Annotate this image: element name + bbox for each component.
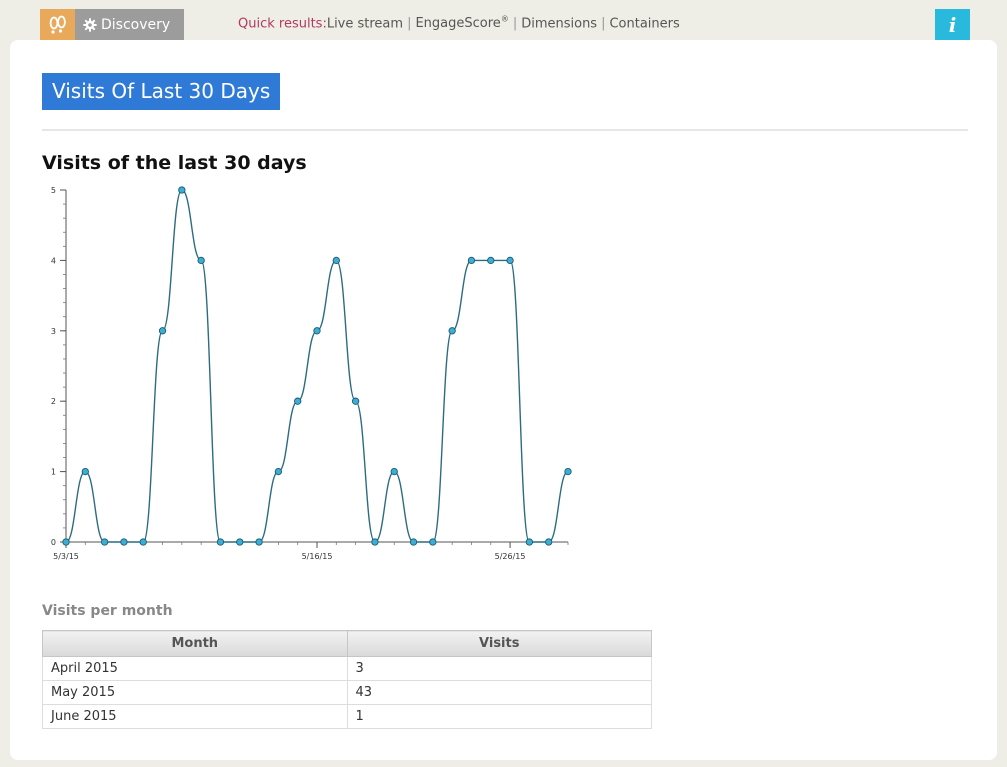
visits-per-month-label: Visits per month bbox=[42, 603, 173, 619]
y-tick-label: 0 bbox=[51, 538, 56, 547]
data-point bbox=[506, 256, 514, 265]
data-point bbox=[429, 538, 437, 546]
data-point bbox=[274, 467, 283, 476]
table-row: June 2015 1 bbox=[42, 704, 652, 729]
x-tick-label: 5/16/15 bbox=[302, 552, 333, 561]
data-point bbox=[545, 538, 553, 546]
x-tick-label: 5/26/15 bbox=[495, 552, 526, 561]
visits-line-chart: 0 1 2 3 4 5 5/3/15 5/16/15 5/26/15 bbox=[51, 186, 572, 561]
series-line bbox=[65, 189, 569, 543]
footprints-logo-icon bbox=[49, 15, 66, 34]
containers-link[interactable]: Containers bbox=[609, 16, 679, 31]
gear-icon bbox=[83, 17, 97, 32]
month-cell: May 2015 bbox=[42, 680, 348, 705]
data-point bbox=[158, 327, 167, 335]
engagescore-link[interactable]: EngageScore® bbox=[415, 15, 509, 32]
visits-per-month-table: Month Visits April 2015 3 May 2015 43 Ju… bbox=[42, 630, 652, 729]
data-point bbox=[487, 256, 495, 265]
main-card: Visits Of Last 30 Days Visits of the las… bbox=[10, 40, 997, 760]
data-point bbox=[467, 256, 476, 265]
quick-results-label: Quick results: bbox=[238, 16, 327, 32]
table-row: April 2015 3 bbox=[42, 656, 652, 681]
data-point bbox=[313, 327, 321, 335]
data-point bbox=[564, 467, 572, 476]
data-point bbox=[120, 538, 128, 546]
page-title: Visits Of Last 30 Days bbox=[42, 73, 281, 110]
logo-button[interactable] bbox=[40, 9, 75, 40]
data-point bbox=[139, 538, 147, 546]
discovery-menu-button[interactable]: Discovery bbox=[75, 9, 184, 40]
y-tick-label: 4 bbox=[51, 256, 56, 265]
quick-results-bar: Quick results:Live stream | EngageScore® | D… bbox=[238, 15, 680, 31]
data-point bbox=[525, 538, 534, 546]
engagescore-label: EngageScore bbox=[415, 16, 501, 32]
visits-cell: 3 bbox=[346, 656, 652, 681]
data-point bbox=[332, 256, 340, 265]
data-point bbox=[216, 538, 225, 546]
data-point bbox=[62, 538, 70, 546]
x-tick-label: 5/3/15 bbox=[53, 552, 79, 561]
discovery-label: Discovery bbox=[101, 16, 171, 33]
data-point bbox=[448, 327, 456, 335]
data-point bbox=[236, 538, 244, 546]
live-stream-link[interactable]: Live stream bbox=[327, 16, 403, 31]
data-point bbox=[197, 256, 205, 265]
data-point bbox=[100, 538, 109, 546]
link-separator: | bbox=[407, 16, 412, 32]
chart-title: Visits of the last 30 days bbox=[42, 152, 307, 174]
link-separator: | bbox=[512, 16, 518, 32]
y-tick-label: 5 bbox=[51, 186, 56, 195]
table-header-row: Month Visits bbox=[42, 630, 652, 657]
data-point bbox=[371, 538, 379, 546]
y-tick-label: 3 bbox=[51, 327, 56, 336]
table-row: May 2015 43 bbox=[42, 680, 652, 705]
data-point bbox=[351, 397, 360, 405]
divider bbox=[42, 129, 968, 131]
data-point bbox=[294, 397, 302, 405]
data-point bbox=[409, 538, 418, 546]
month-cell: April 2015 bbox=[42, 656, 348, 681]
visits-column-header[interactable]: Visits bbox=[346, 630, 652, 657]
y-tick-label: 1 bbox=[51, 468, 56, 477]
dimensions-link[interactable]: Dimensions bbox=[521, 16, 597, 31]
data-point bbox=[255, 538, 263, 546]
visits-cell: 1 bbox=[346, 704, 652, 729]
registered-mark: ® bbox=[500, 15, 509, 24]
link-separator: | bbox=[601, 16, 606, 32]
info-button[interactable]: i bbox=[935, 9, 970, 40]
data-point bbox=[390, 467, 398, 476]
visits-cell: 43 bbox=[346, 680, 652, 705]
data-point bbox=[81, 467, 89, 476]
month-column-header[interactable]: Month bbox=[42, 630, 348, 657]
y-tick-label: 2 bbox=[51, 397, 56, 406]
info-icon: i bbox=[948, 12, 957, 37]
month-cell: June 2015 bbox=[42, 704, 348, 729]
data-point bbox=[178, 186, 186, 194]
